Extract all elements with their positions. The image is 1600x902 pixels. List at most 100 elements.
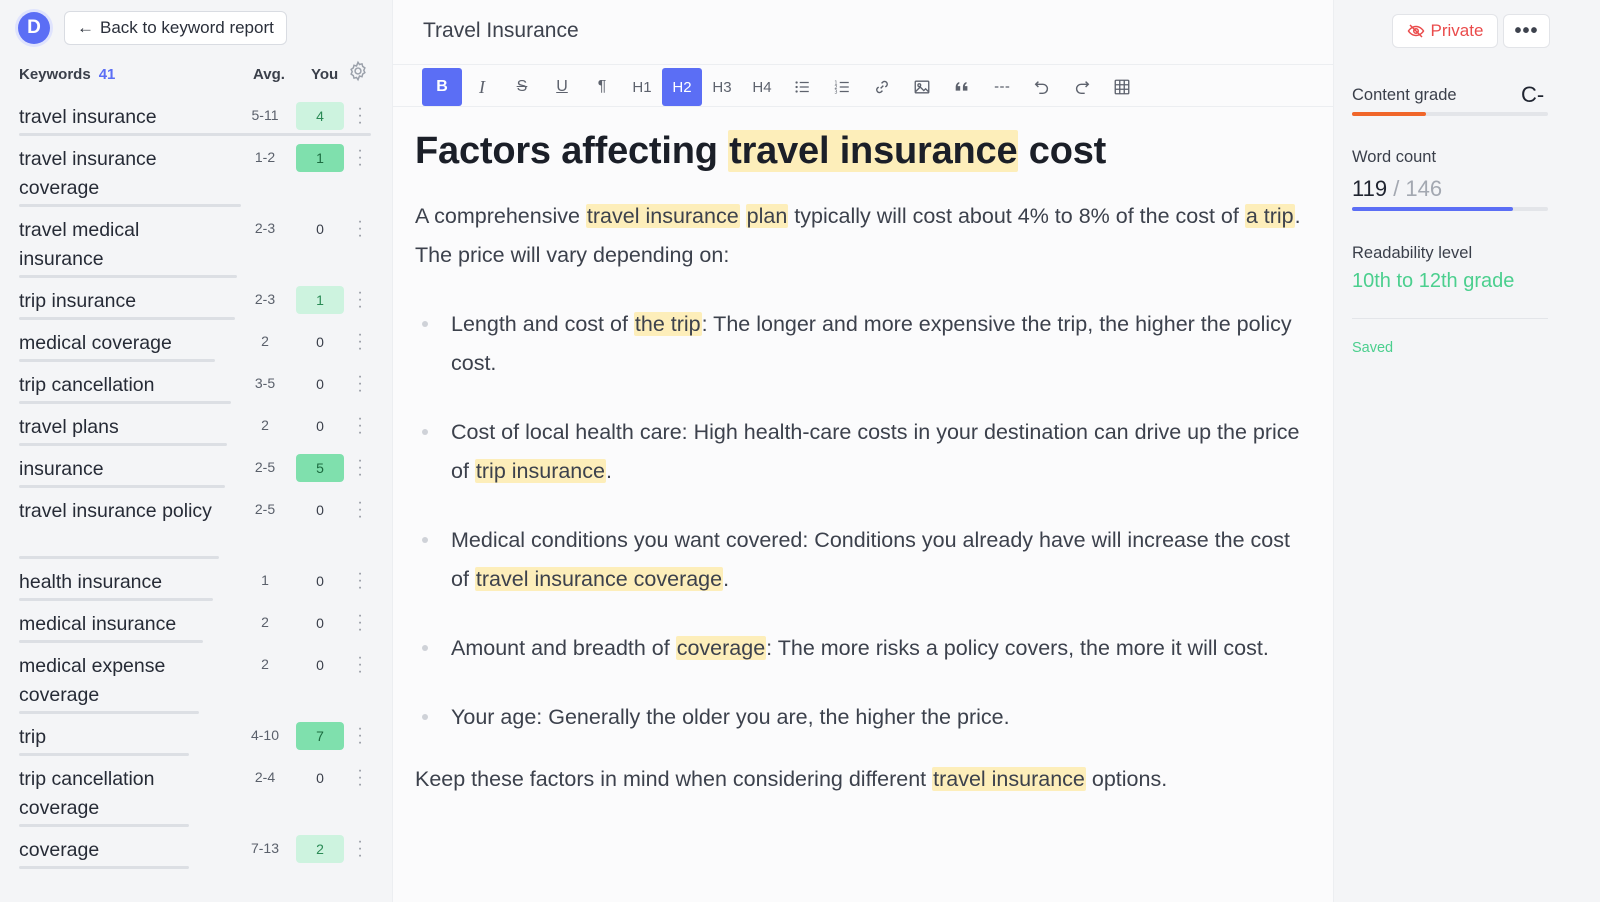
keyword-row[interactable]: insurance 2-5 5 · · · <box>0 446 392 488</box>
keyword-row[interactable]: medical coverage 2 0 · · · <box>0 320 392 362</box>
strikethrough-button[interactable]: S <box>502 68 542 106</box>
text-segment: . <box>605 459 612 483</box>
keyword-name: insurance <box>19 458 104 480</box>
bullet-item[interactable]: Your age: Generally the older you are, t… <box>415 698 1310 737</box>
kebab-menu-icon[interactable]: · · · <box>354 608 366 638</box>
bullet-item[interactable]: Amount and breadth of coverage: The more… <box>415 629 1310 668</box>
keyword-row[interactable]: medical insurance 2 0 · · · <box>0 601 392 643</box>
keyword-row[interactable]: travel insurance 5-11 4 · · · <box>0 94 392 136</box>
numbered-list-button[interactable]: 123 <box>822 68 862 106</box>
document-heading[interactable]: Factors affecting travel insurance cost <box>415 126 1310 176</box>
kebab-menu-icon[interactable]: · · · <box>354 143 366 173</box>
kebab-menu-icon[interactable]: · · · <box>354 495 366 525</box>
kebab-menu-icon[interactable]: · · · <box>354 411 366 441</box>
kebab-menu-icon[interactable]: · · · <box>354 214 366 244</box>
keyword-avg: 2-4 <box>254 769 276 785</box>
bulleted-list-button[interactable] <box>782 68 822 106</box>
keyword-highlight: a trip <box>1244 204 1295 228</box>
back-to-keyword-report-button[interactable]: ← Back to keyword report <box>64 11 287 45</box>
keyword-row[interactable]: trip insurance 2-3 1 · · · <box>0 278 392 320</box>
numbered-list-icon: 123 <box>833 78 851 96</box>
heading2-button[interactable]: H2 <box>662 68 702 106</box>
text-segment: cost <box>1018 130 1107 172</box>
keyword-avg: 4-10 <box>250 727 280 743</box>
bullet-item[interactable]: Cost of local health care: High health-c… <box>415 413 1310 491</box>
underline-button[interactable]: U <box>542 68 582 106</box>
keyword-avg: 5-11 <box>251 107 279 123</box>
private-toggle-button[interactable]: Private <box>1392 14 1498 48</box>
keyword-name: trip cancellation coverage <box>19 768 155 819</box>
heading3-label: H3 <box>712 78 732 96</box>
panel-divider <box>1352 318 1548 319</box>
horizontal-rule-button[interactable] <box>982 68 1022 106</box>
keyword-row[interactable]: travel plans 2 0 · · · <box>0 404 392 446</box>
paragraph-label: ¶ <box>597 78 607 95</box>
heading1-button[interactable]: H1 <box>622 68 662 106</box>
keyword-name: travel insurance <box>19 106 157 128</box>
image-icon <box>913 78 931 96</box>
heading1-label: H1 <box>632 78 652 96</box>
keyword-row[interactable]: trip cancellation coverage 2-4 0 · · · <box>0 756 392 827</box>
keyword-you-count: 4 <box>296 102 344 130</box>
table-button[interactable] <box>1102 68 1142 106</box>
kebab-menu-icon[interactable]: · · · <box>354 369 366 399</box>
app-logo[interactable]: D <box>18 12 50 44</box>
bullet-item[interactable]: Length and cost of the trip: The longer … <box>415 305 1310 383</box>
intro-paragraph[interactable]: A comprehensive travel insurance plan ty… <box>415 197 1310 275</box>
closing-paragraph[interactable]: Keep these factors in mind when consider… <box>415 760 1310 799</box>
keyword-avg: 2-5 <box>254 459 276 475</box>
keyword-row[interactable]: travel insurance coverage 1-2 1 · · · <box>0 136 392 207</box>
keyword-name: trip insurance <box>19 290 137 312</box>
bold-label: B <box>436 78 448 95</box>
keyword-row[interactable]: travel insurance policy 2-5 0 · · · <box>0 488 392 559</box>
kebab-menu-icon[interactable]: · · · <box>354 650 366 680</box>
undo-button[interactable] <box>1022 68 1062 106</box>
bold-button[interactable]: B <box>422 68 462 106</box>
bullet-item[interactable]: Medical conditions you want covered: Con… <box>415 521 1310 599</box>
you-column-header[interactable]: You <box>311 66 338 83</box>
kebab-menu-icon[interactable]: · · · <box>354 453 366 483</box>
keyword-row[interactable]: health insurance 1 0 · · · <box>0 559 392 601</box>
image-button[interactable] <box>902 68 942 106</box>
word-count-bar-fill <box>1352 207 1513 211</box>
heading4-button[interactable]: H4 <box>742 68 782 106</box>
eye-off-icon <box>1407 24 1424 38</box>
word-count-bar <box>1352 207 1548 211</box>
keyword-row[interactable]: trip cancellation 3-5 0 · · · <box>0 362 392 404</box>
kebab-menu-icon[interactable]: · · · <box>354 327 366 357</box>
paragraph-button[interactable]: ¶ <box>582 68 622 106</box>
kebab-menu-icon[interactable]: · · · <box>354 834 366 864</box>
kebab-menu-icon[interactable]: · · · <box>354 566 366 596</box>
title-divider <box>393 64 1333 65</box>
keyword-row[interactable]: coverage 7-13 2 · · · <box>0 827 392 869</box>
more-options-button[interactable]: ••• <box>1503 14 1550 48</box>
text-segment: Length and cost of <box>451 312 634 336</box>
document-title[interactable]: Travel Insurance <box>423 19 579 43</box>
bullet-dot-icon <box>422 321 428 327</box>
redo-button[interactable] <box>1062 68 1102 106</box>
keyword-name: trip <box>19 726 47 748</box>
keyword-you-count: 0 <box>316 334 324 350</box>
keyword-avg: 2 <box>261 333 269 349</box>
keyword-row[interactable]: trip 4-10 7 · · · <box>0 714 392 756</box>
italic-button[interactable]: I <box>462 68 502 106</box>
link-button[interactable] <box>862 68 902 106</box>
keyword-avg: 7-13 <box>250 840 280 856</box>
document-body[interactable]: Factors affecting travel insurance cost … <box>415 126 1310 799</box>
keyword-row[interactable]: medical expense coverage 2 0 · · · <box>0 643 392 714</box>
bullet-dot-icon <box>422 429 428 435</box>
kebab-menu-icon[interactable]: · · · <box>354 285 366 315</box>
avg-column-header[interactable]: Avg. <box>253 66 285 83</box>
heading3-button[interactable]: H3 <box>702 68 742 106</box>
content-grade-label: Content grade <box>1352 86 1457 104</box>
keyword-row[interactable]: travel medical insurance 2-3 0 · · · <box>0 207 392 278</box>
keyword-highlight: the trip <box>633 312 702 336</box>
kebab-menu-icon[interactable]: · · · <box>354 721 366 751</box>
quote-button[interactable] <box>942 68 982 106</box>
keyword-name: medical insurance <box>19 613 177 635</box>
keyword-avg: 1 <box>261 572 269 588</box>
gear-icon[interactable] <box>347 60 369 82</box>
table-icon <box>1113 78 1131 96</box>
kebab-menu-icon[interactable]: · · · <box>354 101 366 131</box>
kebab-menu-icon[interactable]: · · · <box>354 763 366 793</box>
